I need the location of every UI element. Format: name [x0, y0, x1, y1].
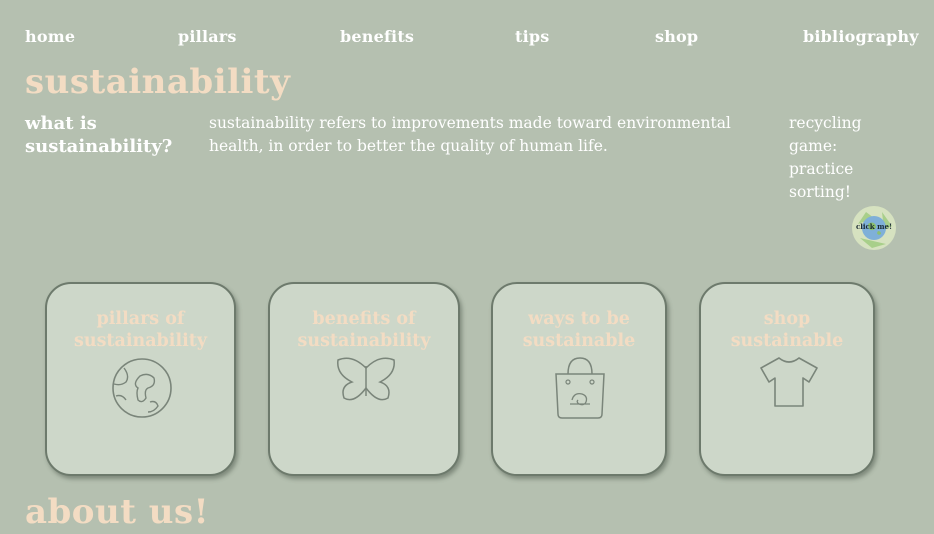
recycling-game-button[interactable]: click me!: [848, 204, 900, 252]
earth-icon: [112, 358, 172, 418]
butterfly-icon: [337, 357, 395, 401]
nav-benefits-link[interactable]: benefits: [340, 27, 414, 46]
nav-tips-link[interactable]: tips: [515, 27, 549, 46]
tshirt-icon: [760, 357, 818, 407]
page-title: sustainability: [25, 62, 291, 102]
card-benefits-label: benefits of sustainability: [297, 309, 431, 351]
tote-bag-icon: [555, 357, 605, 419]
card-pillars-label: pillars of sustainability: [74, 309, 207, 351]
recycling-game-button-label: click me!: [855, 222, 893, 231]
nav-pillars-link[interactable]: pillars: [178, 27, 237, 46]
nav-shop-link[interactable]: shop: [655, 27, 698, 46]
intro-definition: sustainability refers to improvements ma…: [209, 114, 731, 155]
nav-home-link[interactable]: home: [25, 27, 75, 46]
card-ways-label: ways to be sustainable: [522, 309, 636, 351]
card-benefits[interactable]: benefits of sustainability: [268, 282, 460, 476]
card-shop-label: shop sustainable: [730, 309, 844, 351]
about-us-heading: about us!: [25, 492, 210, 532]
nav-bibliography-link[interactable]: bibliography: [803, 27, 919, 46]
card-pillars[interactable]: pillars of sustainability: [45, 282, 236, 476]
card-ways[interactable]: ways to be sustainable: [491, 282, 667, 476]
recycling-game-text: recycling game: practice sorting!: [789, 114, 862, 201]
intro-question: what is sustainability?: [25, 113, 173, 157]
card-shop[interactable]: shop sustainable: [699, 282, 875, 476]
